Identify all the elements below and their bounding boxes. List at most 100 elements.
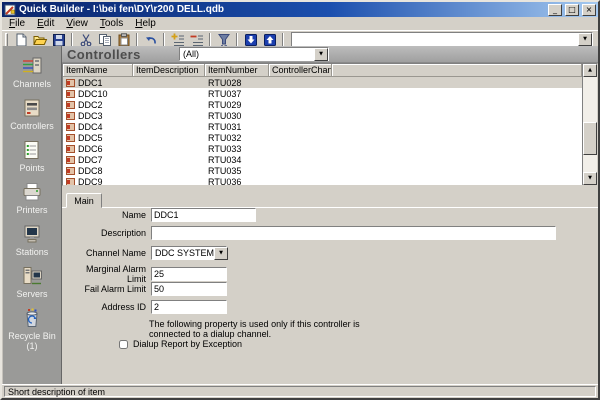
scroll-down-icon[interactable]: ▼ [583,172,597,185]
controller-icon [66,112,75,120]
filter-dropdown[interactable]: (All) ▼ [179,47,329,61]
column-header-controllerchannel[interactable]: ControllerChann... [269,64,332,77]
table-row[interactable]: DDC1RTU028 [63,77,582,88]
scrollbar-thumb[interactable] [583,122,597,155]
close-button[interactable]: × [582,4,596,16]
menu-help[interactable]: Help [129,17,162,30]
address-id-field[interactable] [151,300,227,314]
controller-icon [66,167,75,175]
channel-name-dropdown[interactable]: DDC SYSTEM ▼ [151,246,227,260]
sidebar-item-label: Recycle Bin [8,332,56,341]
channel-name-label: Channel Name [66,248,151,258]
column-header-itemdescription[interactable]: ItemDescription [133,64,205,77]
scroll-up-icon[interactable]: ▲ [583,64,597,77]
servers-icon [20,265,44,289]
fail-alarm-limit-label: Fail Alarm Limit [66,284,151,294]
toolbar-separator [163,33,165,47]
sidebar-item-channels[interactable]: Channels [13,55,51,89]
sidebar-item-recycle-bin[interactable]: Recycle Bin (1) [8,307,56,351]
table-row[interactable]: DDC2RTU029 [63,99,582,110]
sidebar-item-printers[interactable]: Printers [16,181,47,215]
controller-icon [66,156,75,164]
controller-icon [66,134,75,142]
fail-alarm-limit-field[interactable] [151,282,227,296]
chevron-down-icon[interactable]: ▼ [214,247,228,260]
menubar: File Edit View Tools Help [2,17,598,30]
app-icon [4,4,16,16]
panel-header: Controllers (All) ▼ [62,46,598,63]
vertical-scrollbar[interactable]: ▲ ▼ [582,64,597,185]
dialup-note-line1: The following property is used only if t… [149,319,360,329]
page-title: Controllers [62,46,598,62]
dialup-note: The following property is used only if t… [149,319,360,339]
stations-icon [20,223,44,247]
table-row[interactable]: DDC6RTU033 [63,143,582,154]
titlebar: Quick Builder - I:\bei fen\DY\r200 DELL.… [2,2,598,17]
points-icon [20,139,44,163]
table-row[interactable]: DDC9RTU036 [63,176,582,185]
table-row[interactable]: DDC8RTU035 [63,165,582,176]
menu-tools[interactable]: Tools [94,17,129,30]
description-field[interactable] [151,226,556,240]
channels-icon [20,55,44,79]
sidebar-item-label: Controllers [10,122,54,131]
toolbar-separator [236,33,238,47]
menu-edit[interactable]: Edit [31,17,60,30]
dialup-report-label: Dialup Report by Exception [133,339,242,349]
menu-file[interactable]: File [3,17,31,30]
table-row[interactable]: DDC10RTU037 [63,88,582,99]
toolbar-grip[interactable] [5,33,8,47]
toolbar-separator [209,33,211,47]
table-row[interactable]: DDC5RTU032 [63,132,582,143]
table-row[interactable]: DDC7RTU034 [63,154,582,165]
address-id-label: Address ID [66,302,151,312]
table-row[interactable]: DDC3RTU030 [63,110,582,121]
column-header-itemname[interactable]: ItemName [63,64,133,77]
column-header-itemnumber[interactable]: ItemNumber [205,64,269,77]
sidebar-item-label: Printers [16,206,47,215]
channel-name-value: DDC SYSTEM [152,248,214,258]
chevron-down-icon[interactable]: ▼ [578,33,592,46]
marginal-alarm-limit-field[interactable] [151,267,227,281]
scrollbar-track[interactable] [583,77,597,172]
chevron-down-icon[interactable]: ▼ [314,48,328,61]
name-field[interactable] [151,208,256,222]
controllers-list: ItemName ItemDescription ItemNumber Cont… [62,63,598,186]
dialup-checkbox-row: Dialup Report by Exception [119,339,242,349]
controller-icon [66,178,75,186]
controller-icon [66,123,75,131]
column-header-filler [332,64,582,77]
sidebar-item-stations[interactable]: Stations [16,223,49,257]
controller-icon [66,90,75,98]
tab-main[interactable]: Main [66,193,102,208]
toolbar-separator [136,33,138,47]
controller-icon [66,101,75,109]
description-label: Description [66,228,151,238]
app-window: Quick Builder - I:\bei fen\DY\r200 DELL.… [0,0,600,400]
list-header: ItemName ItemDescription ItemNumber Cont… [63,64,582,77]
toolbar-combobox[interactable]: ▼ [291,32,593,47]
sidebar-item-controllers[interactable]: Controllers [10,97,54,131]
toolbar-combobox-input[interactable] [292,34,578,45]
recycle-bin-icon [20,307,44,331]
controllers-panel: Controllers (All) ▼ ItemName ItemDescrip… [62,46,598,384]
sidebar-item-count: (1) [27,342,38,351]
menu-view[interactable]: View [60,17,94,30]
sidebar-item-points[interactable]: Points [19,139,44,173]
controller-icon [66,145,75,153]
controller-icon [66,79,75,87]
dialup-report-checkbox[interactable] [119,340,128,349]
controllers-icon [20,97,44,121]
name-label: Name [66,210,151,220]
printers-icon [20,181,44,205]
sidebar-item-label: Stations [16,248,49,257]
window-title: Quick Builder - I:\bei fen\DY\r200 DELL.… [19,4,545,15]
marginal-alarm-limit-label: Marginal Alarm Limit [66,264,151,284]
maximize-button[interactable]: □ [565,4,579,16]
main-content: Channels Controllers Points Printers Sta… [2,46,598,384]
sidebar-item-servers[interactable]: Servers [16,265,47,299]
minimize-button[interactable]: _ [548,4,562,16]
table-row[interactable]: DDC4RTU031 [63,121,582,132]
statusbar: Short description of item [2,384,598,398]
toolbar-separator [282,33,284,47]
